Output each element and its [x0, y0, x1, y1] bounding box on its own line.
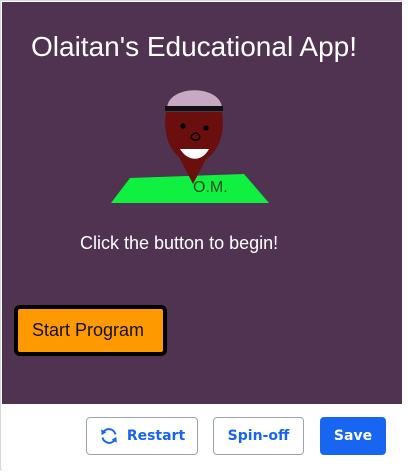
restart-label: Restart	[126, 428, 186, 444]
avatar-cap-band	[165, 106, 223, 111]
instruction-text: Click the button to begin!	[80, 233, 279, 253]
spin-off-label: Spin-off	[227, 428, 290, 444]
avatar-shirt	[111, 174, 269, 203]
avatar-initials: O.M.	[193, 179, 228, 196]
program-canvas[interactable]: Olaitan's Educational App! O.M. Click th…	[2, 2, 402, 404]
program-toolbar: Restart Spin-off Save	[2, 404, 402, 470]
avatar-eye-left	[180, 123, 186, 129]
avatar-eye-right	[203, 125, 209, 131]
save-button[interactable]: Save	[320, 417, 386, 455]
start-program-label: Start Program	[32, 320, 145, 340]
restart-button[interactable]: Restart	[86, 417, 198, 455]
save-label: Save	[333, 428, 373, 444]
program-frame: Olaitan's Educational App! O.M. Click th…	[0, 0, 402, 470]
start-program-button[interactable]: Start Program	[14, 305, 167, 356]
refresh-icon	[101, 428, 117, 444]
spin-off-button[interactable]: Spin-off	[213, 417, 304, 455]
